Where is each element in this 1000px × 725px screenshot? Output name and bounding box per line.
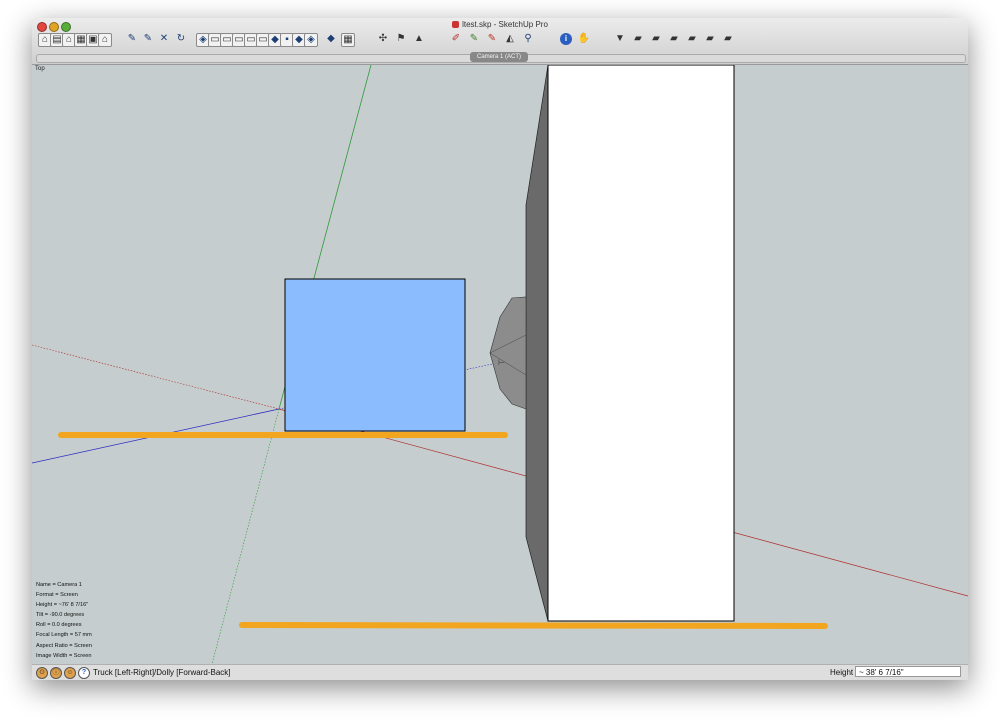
info-icon[interactable]: i [560, 33, 572, 45]
measurements-label: Height [830, 668, 854, 677]
match-photo-icon[interactable]: ✣ [377, 33, 389, 45]
scene-tab-camera-1[interactable]: Camera 1 (ACT) [470, 52, 528, 62]
model-viewport[interactable]: ⊢ Top Name = Camera 1 Format = Screen He… [32, 65, 968, 664]
cross-icon[interactable]: ✕ [158, 33, 170, 45]
layer-3-icon[interactable]: ▰ [668, 33, 680, 45]
advanced-camera-icon[interactable]: ⚑ [395, 33, 407, 45]
window-title: ltest.skp - SketchUp Pro [462, 20, 548, 29]
pencil-icon[interactable]: ✐ [450, 33, 462, 45]
white-box-face[interactable] [547, 65, 735, 622]
hand-icon[interactable]: ✋ [578, 33, 590, 45]
camera-info-line: Format = Screen [36, 592, 78, 599]
title-bar: ltest.skp - SketchUp Pro ⌂ ▤ ⌂ ▦ ▣ ⌂ ✎ ✎… [32, 18, 968, 65]
layer-2-icon[interactable]: ▰ [650, 33, 662, 45]
rotate-icon[interactable]: ↻ [175, 33, 187, 45]
scene-icon[interactable]: ▼ [614, 33, 626, 45]
magnifier-icon[interactable]: ⚲ [522, 33, 534, 45]
camera-info-line: Image Width = Screen [36, 652, 92, 659]
status-hint: Truck [Left-Right]/Dolly [Forward-Back] [93, 668, 231, 677]
red-axis-negative [32, 344, 280, 410]
camera-info-line: Focal Length = 57 mm [36, 632, 92, 639]
pencil-green-icon[interactable]: ✎ [468, 33, 480, 45]
axes-icon[interactable]: ◭ [504, 33, 516, 45]
push-pin-icon[interactable]: ✎ [126, 33, 138, 45]
camera-cursor-icon: ⊢ [498, 358, 505, 367]
camera-frustum-icon[interactable]: ▲ [413, 33, 425, 45]
main-toolbar: ⌂ ▤ ⌂ ▦ ▣ ⌂ ✎ ✎ ✕ ↻ ◈ ▭ ▭ ▭ ▭ ▭ ◆ ▪ ◆ ◈ … [36, 32, 964, 50]
paint-icon[interactable]: ◆ [325, 33, 337, 45]
camera-object[interactable] [489, 296, 527, 410]
user-icon[interactable]: ☺ [64, 667, 76, 679]
measurements-input[interactable]: ~ 38' 6 7/16" [855, 666, 961, 677]
layer-4-icon[interactable]: ▰ [686, 33, 698, 45]
document-icon [452, 21, 460, 28]
grey-side-face[interactable] [525, 65, 549, 622]
window-title-container: ltest.skp - SketchUp Pro [32, 20, 968, 29]
pencil-red-icon[interactable]: ✎ [486, 33, 498, 45]
layer-5-icon[interactable]: ▰ [704, 33, 716, 45]
camera-info-panel: Name = Camera 1 Format = Screen Height =… [36, 580, 92, 661]
camera-info-line: Height = ~76' 8 7/16" [36, 602, 89, 609]
scene-drawing: ⊢ [32, 65, 968, 664]
sketchup-window: ltest.skp - SketchUp Pro ⌂ ▤ ⌂ ▦ ▣ ⌂ ✎ ✎… [32, 18, 968, 680]
credits-icon[interactable]: ⓘ [50, 667, 62, 679]
camera-info-line: Aspect Ratio = Screen [36, 642, 92, 649]
layer-6-icon[interactable]: ▰ [722, 33, 734, 45]
help-icon[interactable]: ? [78, 667, 90, 679]
monochrome-icon[interactable]: ◈ [304, 33, 318, 47]
geo-location-icon[interactable]: ⊙ [36, 667, 48, 679]
layer-icon[interactable]: ▰ [632, 33, 644, 45]
camera-info-line: Name = Camera 1 [36, 582, 82, 588]
camera-info-line: Roll = 0.0 degrees [36, 622, 82, 629]
status-bar: ⊙ ⓘ ☺ ? Truck [Left-Right]/Dolly [Forwar… [32, 664, 968, 680]
house-icon[interactable]: ⌂ [98, 33, 112, 47]
camera-info-line: Tilt = -90.0 degrees [36, 612, 85, 619]
push-pin-2-icon[interactable]: ✎ [142, 33, 154, 45]
blue-face[interactable] [284, 278, 466, 432]
scenes-icon[interactable]: ▦ [341, 33, 355, 47]
orange-bar-lower[interactable] [239, 622, 828, 629]
view-label: Top [35, 66, 45, 72]
